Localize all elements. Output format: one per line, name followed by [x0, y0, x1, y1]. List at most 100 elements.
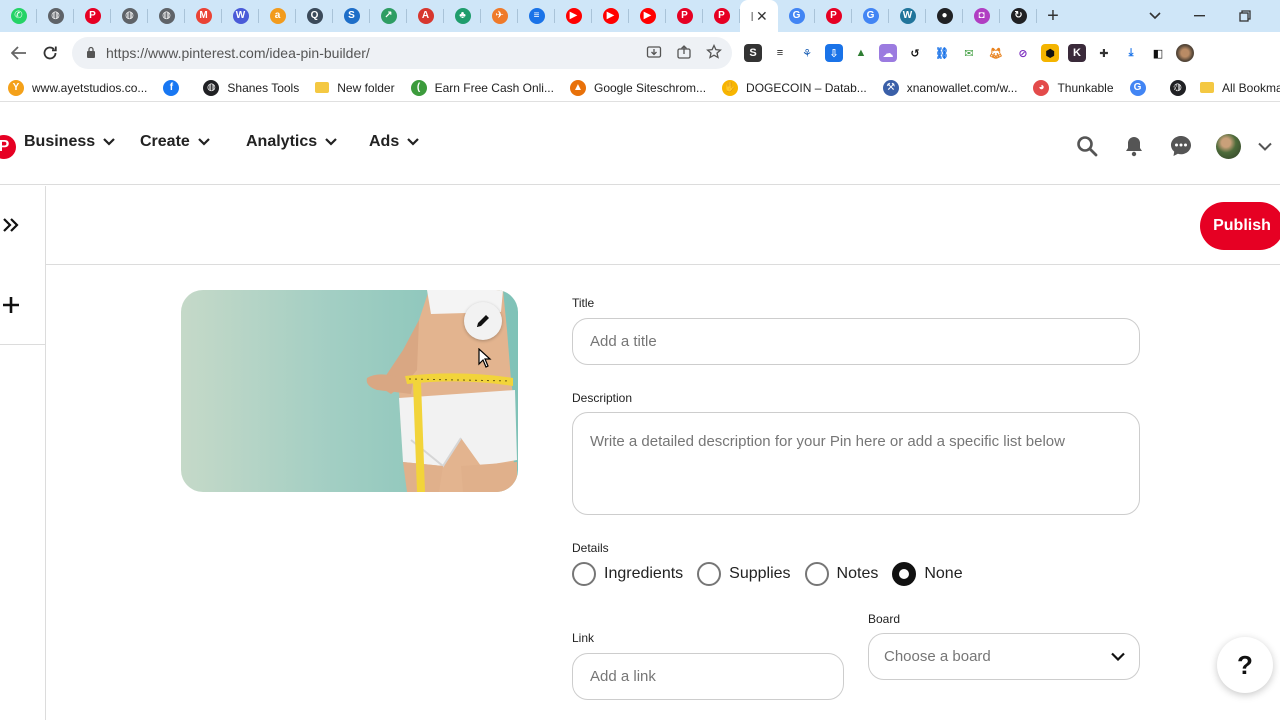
- add-page-plus-icon[interactable]: [0, 292, 24, 318]
- tab-leaf[interactable]: ♣: [444, 0, 481, 32]
- tab-chart[interactable]: ↗: [370, 0, 407, 32]
- tab-google[interactable]: G: [778, 0, 815, 32]
- cloud-extension-icon[interactable]: ☁: [879, 44, 897, 62]
- bookmarks-bar: Ywww.ayetstudios.co... f ◍ Shanes Tools New …: [0, 74, 1280, 102]
- downloads-icon[interactable]: ⤓: [1122, 44, 1140, 62]
- tab-gmail[interactable]: M: [185, 0, 222, 32]
- tab-circle-app[interactable]: ●: [926, 0, 963, 32]
- mail-extension-icon[interactable]: ✉: [960, 44, 978, 62]
- tab-pinterest[interactable]: P: [703, 0, 740, 32]
- menu-ads[interactable]: Ads: [369, 133, 420, 151]
- install-icon[interactable]: [646, 44, 662, 63]
- bookmark-item[interactable]: ▲ Google Siteschrom...: [562, 74, 714, 102]
- tab-youtube[interactable]: ▶: [555, 0, 592, 32]
- drive-extension-icon[interactable]: ▲: [852, 44, 870, 62]
- restore-icon[interactable]: [1222, 0, 1268, 32]
- close-tab-icon[interactable]: ✕: [756, 8, 768, 25]
- share-icon[interactable]: [676, 44, 692, 63]
- radio-notes[interactable]: [804, 562, 829, 586]
- search-icon[interactable]: [1074, 133, 1100, 159]
- tab-active[interactable]: I ✕: [740, 0, 778, 32]
- edit-pencil-icon[interactable]: [464, 302, 502, 340]
- bookmark-favicon-icon: ◍: [203, 79, 220, 96]
- reload-icon[interactable]: [35, 38, 65, 68]
- board-select[interactable]: Choose a board: [868, 633, 1140, 680]
- globe-icon: ◍: [121, 8, 138, 24]
- title-input[interactable]: Add a title: [572, 318, 1140, 365]
- all-bookmarks-folder[interactable]: All Bookma: [1192, 74, 1280, 102]
- tab-loading[interactable]: ↻: [1000, 0, 1037, 32]
- tab-wordpress[interactable]: W: [889, 0, 926, 32]
- tab-youtube[interactable]: ▶: [592, 0, 629, 32]
- bookmark-item[interactable]: (Earn Free Cash Onli...: [403, 74, 562, 102]
- bookmark-label: www.ayetstudios.co...: [32, 80, 148, 95]
- pinterest-logo-icon[interactable]: P: [0, 135, 16, 159]
- bookmark-item[interactable]: ✋ DOGECOIN – Datab...: [714, 74, 875, 102]
- expand-rail-icon[interactable]: [0, 212, 24, 238]
- download-extension-icon[interactable]: ⇩: [825, 44, 843, 62]
- tab-wand[interactable]: W: [222, 0, 259, 32]
- menu-create[interactable]: Create: [140, 133, 210, 151]
- account-chevron-down-icon[interactable]: [1252, 133, 1278, 159]
- menu-business-label: Business: [24, 133, 96, 150]
- minimize-icon[interactable]: [1176, 0, 1222, 32]
- list-extension-icon[interactable]: ≡: [771, 44, 789, 62]
- address-bar[interactable]: https://www.pinterest.com/idea-pin-build…: [72, 37, 732, 69]
- tab-globe[interactable]: ◍: [37, 0, 74, 32]
- help-button[interactable]: ?: [1217, 637, 1273, 693]
- side-panel-icon[interactable]: ◧: [1149, 44, 1167, 62]
- wallet-extension-icon[interactable]: ⬢: [1041, 44, 1059, 62]
- extensions-puzzle-icon[interactable]: ✚: [1095, 44, 1113, 62]
- menu-business[interactable]: Business: [24, 133, 115, 151]
- tab-pinterest[interactable]: P: [666, 0, 703, 32]
- link-input[interactable]: Add a link: [572, 653, 844, 700]
- bookmark-item[interactable]: Ywww.ayetstudios.co...: [0, 74, 155, 102]
- tab-search-chevron-icon[interactable]: [1132, 0, 1178, 32]
- new-tab-plus-icon[interactable]: +: [1037, 0, 1069, 32]
- block-extension-icon[interactable]: ⊘: [1014, 44, 1032, 62]
- link-extension-icon[interactable]: ⛓: [933, 44, 951, 62]
- docs-icon: ≡: [528, 8, 545, 24]
- bookmark-item[interactable]: ◍ Shanes Tools: [195, 74, 307, 102]
- k-extension-icon[interactable]: K: [1068, 44, 1086, 62]
- tab-pinterest[interactable]: P: [815, 0, 852, 32]
- tab-globe[interactable]: ◍: [148, 0, 185, 32]
- tab-adobe[interactable]: A: [407, 0, 444, 32]
- bookmark-item[interactable]: New folder: [307, 74, 402, 102]
- back-arrow-icon[interactable]: [4, 38, 34, 68]
- pinterest-icon: P: [713, 8, 730, 24]
- menu-analytics[interactable]: Analytics: [246, 133, 337, 151]
- tab-app-blue[interactable]: S: [333, 0, 370, 32]
- bookmark-item[interactable]: f: [155, 74, 195, 102]
- tab-search-lens[interactable]: Q: [296, 0, 333, 32]
- seo-extension-icon[interactable]: S: [744, 44, 762, 62]
- user-avatar[interactable]: [1216, 134, 1241, 159]
- description-input[interactable]: Write a detailed description for your Pi…: [572, 412, 1140, 515]
- notifications-bell-icon[interactable]: [1121, 133, 1147, 159]
- tab-camera-app[interactable]: ◘: [963, 0, 1000, 32]
- bookmarks-overflow-icon[interactable]: »: [1162, 74, 1186, 102]
- bookmark-item[interactable]: G: [1122, 74, 1162, 102]
- tab-rocket[interactable]: ✈: [481, 0, 518, 32]
- publish-button[interactable]: Publish: [1200, 202, 1280, 250]
- tab-google[interactable]: G: [852, 0, 889, 32]
- spiral-extension-icon[interactable]: ↺: [906, 44, 924, 62]
- tab-amazon[interactable]: a: [259, 0, 296, 32]
- tab-youtube[interactable]: ▶: [629, 0, 666, 32]
- bookmark-star-icon[interactable]: [706, 43, 722, 63]
- radio-none[interactable]: [892, 562, 917, 586]
- bookmark-label: Google Siteschrom...: [593, 80, 707, 95]
- radio-ingredients[interactable]: [572, 562, 596, 586]
- tab-pinterest[interactable]: P: [74, 0, 111, 32]
- bookmark-item[interactable]: ⚒ xnanowallet.com/w...: [875, 74, 1026, 102]
- bookmark-item[interactable]: ◕ Thunkable: [1025, 74, 1121, 102]
- messages-icon[interactable]: [1168, 133, 1194, 159]
- profile-avatar-icon[interactable]: [1176, 44, 1194, 62]
- tab-whatsapp[interactable]: ✆: [0, 0, 37, 32]
- tab-docs[interactable]: ≡: [518, 0, 555, 32]
- radio-supplies[interactable]: [697, 562, 722, 586]
- tab-globe[interactable]: ◍: [111, 0, 148, 32]
- chart-extension-icon[interactable]: ⚘: [798, 44, 816, 62]
- amazon-icon: a: [269, 8, 286, 24]
- metamask-extension-icon[interactable]: 🦊︎: [987, 44, 1005, 62]
